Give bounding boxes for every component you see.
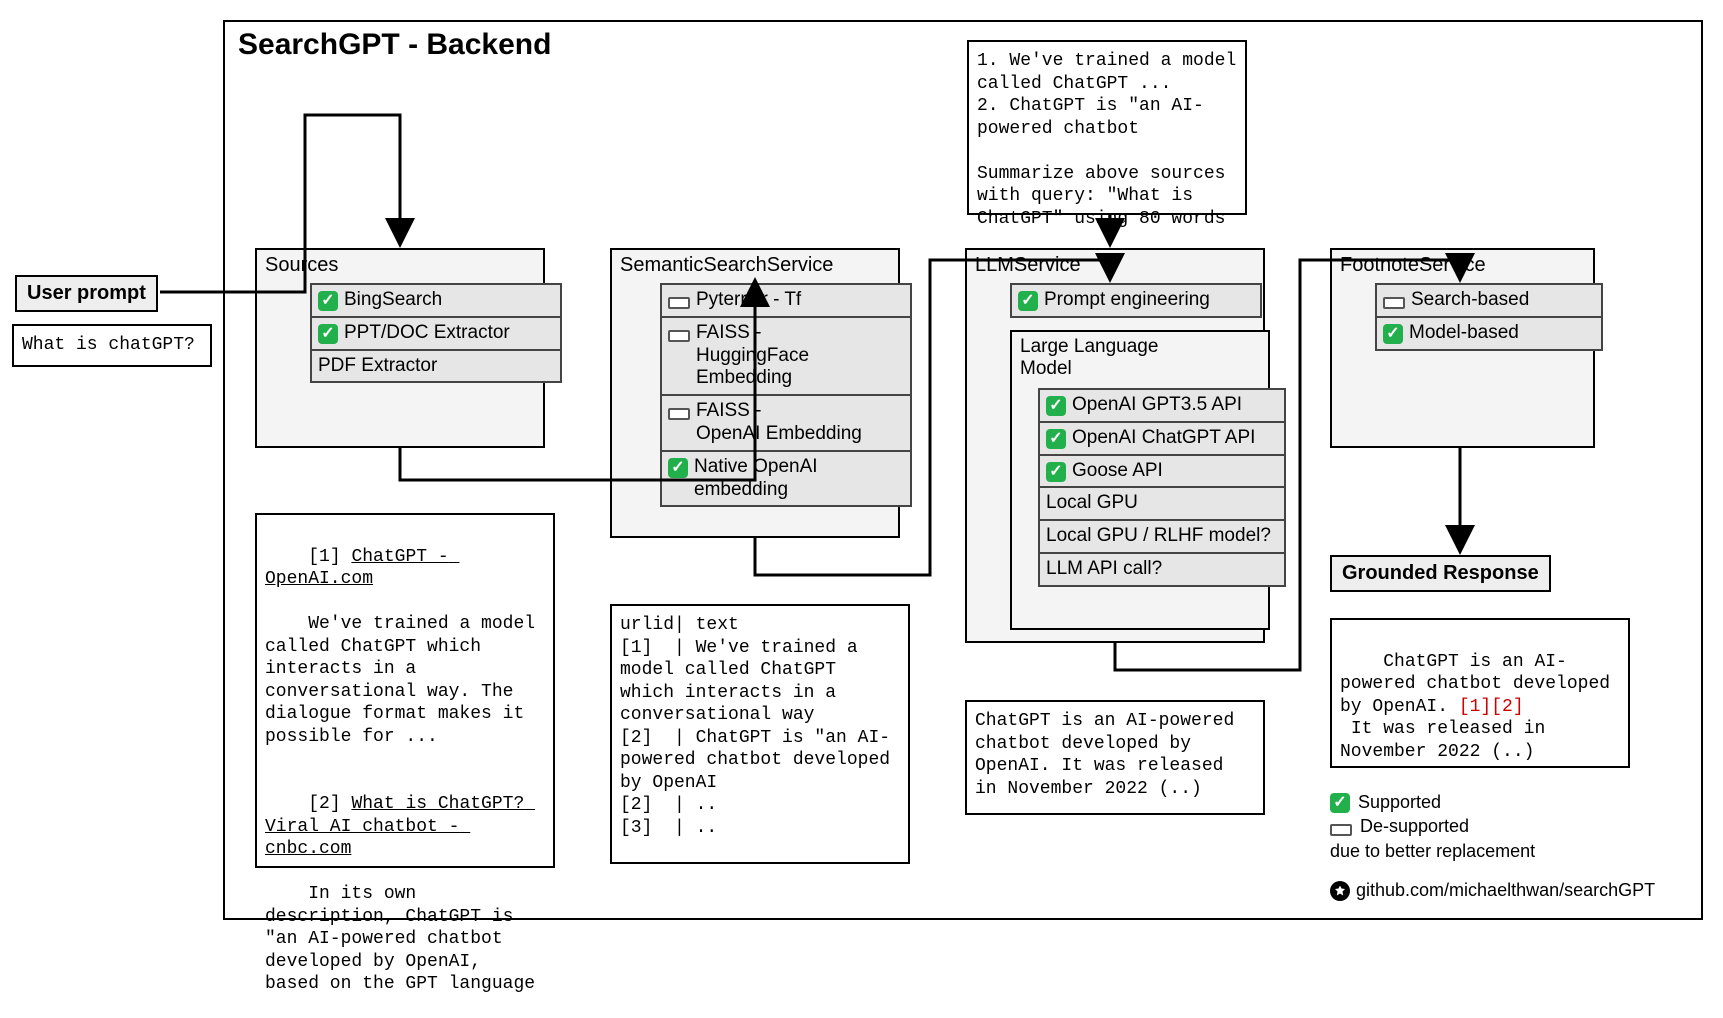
option-label: OpenAI ChatGPT API [1072, 427, 1278, 450]
user-prompt-box: User prompt [15, 275, 158, 312]
sources-output: [1] ChatGPT - OpenAI.com We've trained a… [255, 513, 555, 868]
option-label: FAISS - HuggingFace Embedding [696, 322, 904, 390]
option-item: PPT/DOC Extractor [312, 318, 560, 351]
legend: Supported De-supported due to better rep… [1330, 790, 1535, 863]
diagram-title: SearchGPT - Backend [238, 28, 551, 62]
github-icon [1330, 881, 1350, 901]
option-label: Pyterrier - Tf [696, 289, 904, 312]
diagram-stage: SearchGPT - Backend User prompt What is … [0, 0, 1723, 948]
minus-icon [668, 297, 690, 309]
check-icon [1383, 324, 1403, 344]
footnote-options: Search-based Model-based [1375, 283, 1603, 351]
llm-title: LLMService [975, 254, 1081, 277]
option-item: BingSearch [312, 285, 560, 318]
footnote-title: FootnoteService [1340, 254, 1486, 277]
option-label: FAISS - OpenAI Embedding [696, 400, 904, 446]
check-icon [1330, 793, 1350, 813]
llm-output: ChatGPT is an AI-powered chatbot develop… [965, 700, 1265, 815]
sources-options: BingSearch PPT/DOC Extractor PDF Extractor [310, 283, 562, 383]
option-label: BingSearch [344, 289, 554, 312]
option-item: Prompt engineering [1012, 285, 1260, 316]
legend-note: due to better replacement [1330, 839, 1535, 863]
minus-icon [1330, 824, 1352, 836]
option-item: Native OpenAI embedding [662, 452, 910, 506]
check-icon [318, 291, 338, 311]
grounded-output: ChatGPT is an AI-powered chatbot develop… [1330, 618, 1630, 768]
option-item: OpenAI ChatGPT API [1040, 423, 1284, 456]
legend-supported: Supported [1358, 790, 1441, 814]
option-item: Goose API [1040, 456, 1284, 489]
check-icon [668, 458, 688, 478]
option-label: LLM API call? [1046, 558, 1278, 581]
check-icon [1046, 462, 1066, 482]
option-item: Local GPU [1040, 488, 1284, 521]
semantic-output: urlid| text [1] | We've trained a model … [610, 604, 910, 864]
option-item: Search-based [1377, 285, 1601, 318]
semantic-options: Pyterrier - Tf FAISS - HuggingFace Embedd… [660, 283, 912, 507]
llm-prompt-engineering-text: 1. We've trained a model called ChatGPT … [967, 40, 1247, 215]
option-label: OpenAI GPT3.5 API [1072, 394, 1278, 417]
llm-prompt-eng: Prompt engineering [1010, 283, 1262, 318]
minus-icon [668, 408, 690, 420]
option-label: Search-based [1411, 289, 1595, 312]
semantic-title: SemanticSearchService [620, 254, 833, 277]
option-item: FAISS - OpenAI Embedding [662, 396, 910, 452]
check-icon [318, 324, 338, 344]
option-item: LLM API call? [1040, 554, 1284, 585]
sources-title: Sources [265, 254, 338, 277]
option-item: PDF Extractor [312, 351, 560, 382]
option-item: Model-based [1377, 318, 1601, 349]
option-item: FAISS - HuggingFace Embedding [662, 318, 910, 396]
option-label: Goose API [1072, 460, 1278, 483]
llm-inner-title: Large Language Model [1020, 336, 1158, 380]
check-icon [1046, 429, 1066, 449]
minus-icon [668, 330, 690, 342]
option-label: PDF Extractor [318, 355, 554, 378]
option-item: OpenAI GPT3.5 API [1040, 390, 1284, 423]
github-link[interactable]: github.com/michaelthwan/searchGPT [1330, 880, 1655, 901]
grounded-response-box: Grounded Response [1330, 555, 1551, 592]
option-label: Local GPU / RLHF model? [1046, 525, 1278, 548]
option-label: Local GPU [1046, 492, 1278, 515]
option-label: PPT/DOC Extractor [344, 322, 554, 345]
option-item: Local GPU / RLHF model? [1040, 521, 1284, 554]
option-label: Native OpenAI embedding [694, 456, 904, 502]
option-label: Prompt engineering [1044, 289, 1254, 312]
legend-desupported: De-supported [1360, 814, 1469, 838]
option-item: Pyterrier - Tf [662, 285, 910, 318]
option-label: Model-based [1409, 322, 1595, 345]
llm-model-options: OpenAI GPT3.5 API OpenAI ChatGPT API Goose… [1038, 388, 1286, 587]
user-prompt-text: What is chatGPT? [12, 324, 212, 367]
minus-icon [1383, 297, 1405, 309]
check-icon [1046, 396, 1066, 416]
check-icon [1018, 291, 1038, 311]
